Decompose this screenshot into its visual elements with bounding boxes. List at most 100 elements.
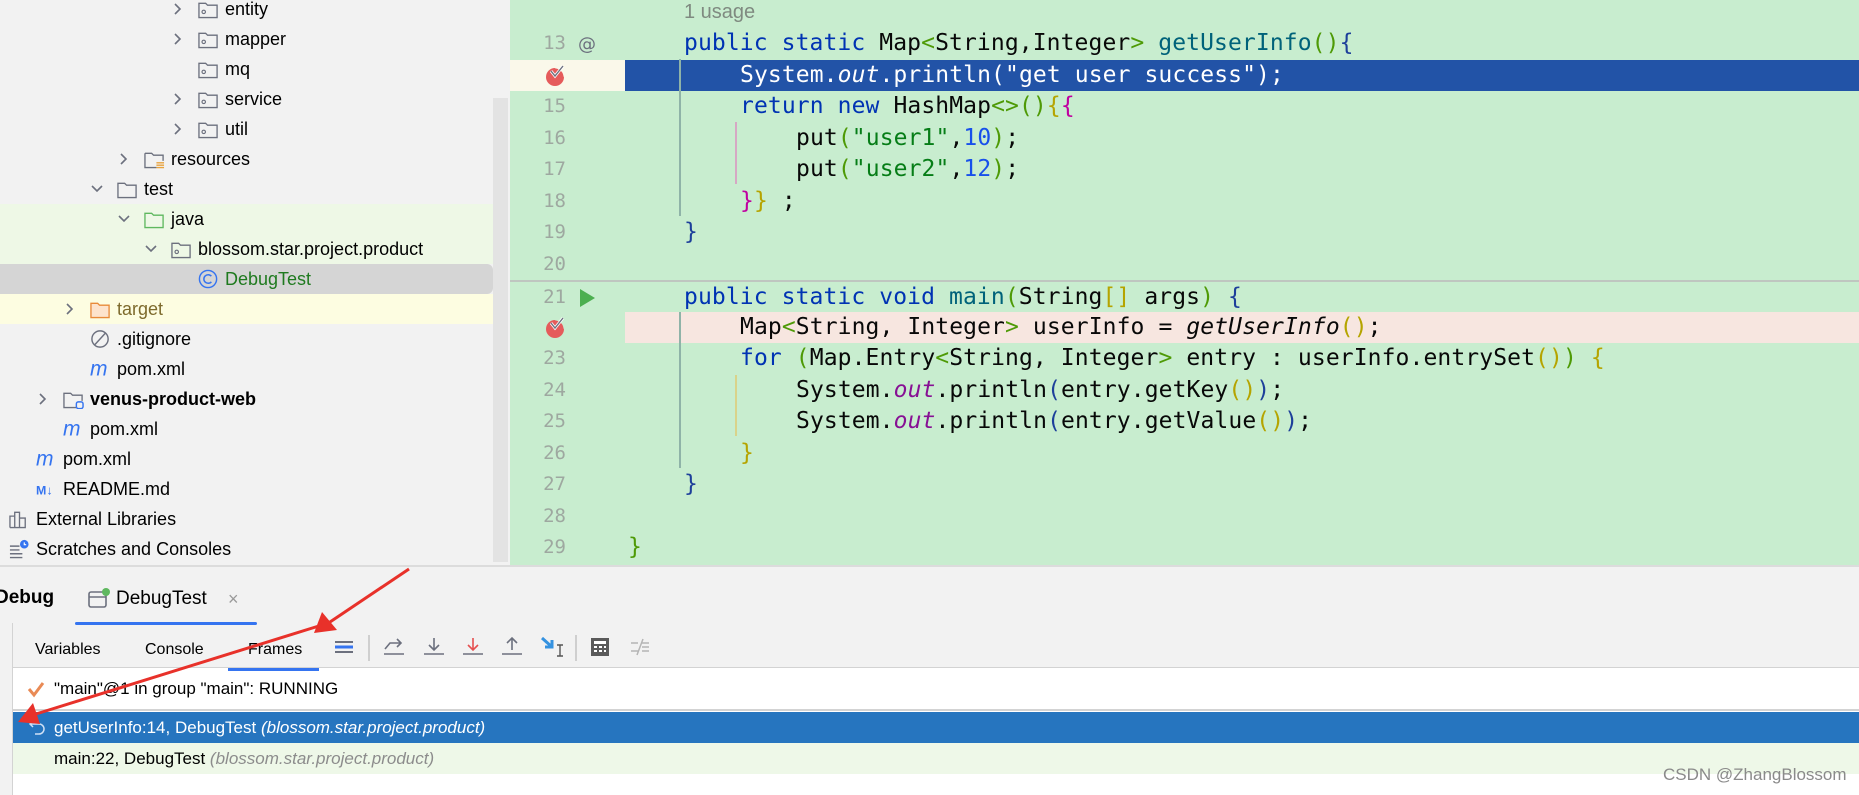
code-line[interactable]: 28 bbox=[510, 501, 1859, 533]
tree-item[interactable]: service bbox=[0, 84, 493, 114]
breakpoint-check-icon[interactable] bbox=[545, 316, 565, 339]
usage-hint[interactable]: 1 usage bbox=[684, 0, 755, 29]
code-line[interactable]: 23 for (Map.Entry<String, Integer> entry … bbox=[510, 343, 1859, 375]
active-tab-indicator bbox=[75, 622, 257, 625]
step-over-icon[interactable] bbox=[383, 635, 405, 659]
code-line[interactable]: 19} bbox=[510, 217, 1859, 249]
line-number: 29 bbox=[543, 536, 566, 558]
tree-item[interactable]: test bbox=[0, 174, 493, 204]
force-step-into-icon[interactable] bbox=[462, 635, 484, 659]
code-line[interactable]: 13 @ public static Map<String,Integer> get… bbox=[510, 28, 1859, 60]
tree-item[interactable]: m pom.xml bbox=[0, 354, 493, 384]
code-line-current[interactable]: 14System.out.println("get user success")… bbox=[510, 59, 1859, 91]
run-session-tab[interactable]: DebugTest × bbox=[75, 581, 257, 625]
code-line[interactable]: 24 System.out.println(entry.getKey()); bbox=[510, 375, 1859, 407]
tree-item-label: pom.xml bbox=[63, 449, 132, 469]
tree-item-label: DebugTest bbox=[225, 269, 312, 289]
code-token: System. bbox=[796, 408, 894, 434]
tree-item-label: mapper bbox=[225, 29, 287, 49]
frame-row-selected[interactable]: getUserInfo:14, DebugTest (blossom.star.… bbox=[13, 712, 1859, 743]
chevron-right-icon[interactable] bbox=[171, 114, 185, 144]
code-token: String,Integer bbox=[935, 30, 1131, 56]
code-token: } bbox=[753, 187, 768, 214]
tree-item[interactable]: DebugTest bbox=[0, 264, 493, 294]
code-token: ) bbox=[1284, 408, 1299, 434]
tree-item[interactable]: util bbox=[0, 114, 493, 144]
tab-console[interactable]: Console bbox=[145, 637, 204, 663]
code-line-breakpoint[interactable]: 22Map<String, Integer> userInfo = getUse… bbox=[510, 311, 1859, 344]
tree-item[interactable]: mq bbox=[0, 54, 493, 84]
mute-breakpoints-icon[interactable] bbox=[629, 635, 651, 659]
code-line[interactable]: 25 System.out.println(entry.getValue()); bbox=[510, 406, 1859, 438]
tree-item[interactable]: External Libraries bbox=[0, 504, 493, 534]
code-line[interactable]: 20 bbox=[510, 249, 1859, 281]
code-token: } bbox=[628, 534, 642, 560]
run-to-cursor-icon[interactable] bbox=[540, 635, 566, 659]
code-line[interactable]: 16 put("user1",10); bbox=[510, 123, 1859, 155]
chevron-right-icon[interactable] bbox=[171, 84, 185, 114]
tree-item[interactable]: target bbox=[0, 294, 493, 324]
line-number: 16 bbox=[543, 126, 566, 149]
tree-item[interactable]: m pom.xml bbox=[0, 414, 493, 444]
tree-item[interactable]: resources bbox=[0, 144, 493, 174]
tree-item[interactable]: entity bbox=[0, 0, 493, 24]
chevron-right-icon[interactable] bbox=[117, 144, 131, 174]
code-line[interactable]: 17 put("user2",12); bbox=[510, 154, 1859, 186]
code-line[interactable]: 27} bbox=[510, 469, 1859, 501]
code-text: put("user2",12); bbox=[796, 154, 1019, 186]
gutter[interactable] bbox=[510, 59, 625, 91]
breakpoint-check-icon[interactable] bbox=[545, 64, 565, 87]
tab-frames[interactable]: Frames bbox=[227, 637, 320, 671]
tree-item-label: target bbox=[117, 299, 164, 319]
chevron-down-icon[interactable] bbox=[90, 174, 104, 204]
code-token: ( bbox=[1311, 30, 1326, 56]
chevron-right-icon[interactable] bbox=[171, 0, 185, 24]
code-token: .println("get user success"); bbox=[879, 61, 1284, 88]
code-text: public static void main(String[] args) { bbox=[684, 282, 1242, 314]
tree-item[interactable]: mapper bbox=[0, 24, 493, 54]
code-line[interactable]: 26} bbox=[510, 438, 1859, 470]
chevron-right-icon[interactable] bbox=[36, 384, 50, 414]
code-token: > bbox=[1158, 345, 1173, 371]
close-icon[interactable]: × bbox=[228, 586, 239, 612]
chevron-down-icon[interactable] bbox=[117, 204, 131, 234]
chevron-down-icon[interactable] bbox=[144, 234, 158, 264]
code-token: Map bbox=[879, 30, 922, 56]
tab-variables[interactable]: Variables bbox=[35, 637, 101, 663]
tree-item[interactable]: java bbox=[0, 204, 493, 234]
line-number: 23 bbox=[543, 347, 566, 369]
run-icon[interactable] bbox=[577, 287, 597, 309]
code-line[interactable]: 29} bbox=[510, 532, 1859, 564]
at-icon[interactable]: @ bbox=[577, 33, 597, 55]
tree-item[interactable]: venus-product-web bbox=[0, 384, 493, 414]
code-token: .println bbox=[935, 408, 1048, 434]
code-line[interactable]: 18}} ; bbox=[510, 186, 1859, 218]
frames-list-icon[interactable] bbox=[333, 635, 355, 659]
tree-item[interactable]: Scratches and Consoles bbox=[0, 534, 493, 564]
chevron-right-icon[interactable] bbox=[171, 24, 185, 54]
step-into-icon[interactable] bbox=[423, 635, 445, 659]
code-text: } bbox=[684, 469, 698, 501]
code-line[interactable]: 21 public static void main(String[] args)… bbox=[510, 280, 1859, 312]
thread-selector[interactable]: "main"@1 in group "main": RUNNING bbox=[13, 669, 1859, 711]
tree-item-label: Scratches and Consoles bbox=[36, 539, 232, 559]
gutter[interactable] bbox=[510, 312, 625, 344]
step-out-icon[interactable] bbox=[501, 635, 523, 659]
code-editor[interactable]: 1 usage 13 @ public static Map<String,Inte… bbox=[510, 0, 1859, 565]
evaluate-expression-icon[interactable] bbox=[589, 635, 611, 659]
chevron-right-icon[interactable] bbox=[63, 294, 77, 324]
code-line[interactable]: 15 return new HashMap<>(){{ bbox=[510, 91, 1859, 123]
project-tree-scrollbar[interactable] bbox=[493, 98, 508, 562]
tree-item[interactable]: blossom.star.project.product bbox=[0, 234, 493, 264]
tree-item[interactable]: m pom.xml bbox=[0, 444, 493, 474]
tree-item[interactable]: M↓ README.md bbox=[0, 474, 493, 504]
tree-item-label: test bbox=[144, 179, 174, 199]
code-token: [] bbox=[1102, 284, 1131, 310]
code-token: { bbox=[1060, 93, 1075, 119]
code-token: static bbox=[781, 284, 880, 310]
frame-row[interactable]: main:22, DebugTest (blossom.star.project… bbox=[13, 743, 1859, 774]
tree-item-label: service bbox=[225, 89, 283, 109]
tree-item[interactable]: .gitignore bbox=[0, 324, 493, 354]
code-token: Map bbox=[740, 313, 782, 340]
